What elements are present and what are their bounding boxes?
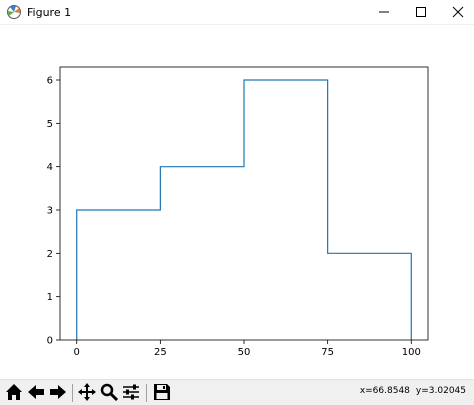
- title-left: Figure 1: [6, 4, 71, 20]
- zoom-magnifier-icon: [100, 383, 119, 402]
- minimize-button[interactable]: [366, 0, 402, 24]
- floppy-disk-icon: [154, 384, 170, 400]
- figure-canvas[interactable]: 0 25 50 75 100 0 1 2 3 4 5 6: [0, 25, 474, 379]
- maximize-icon: [416, 7, 426, 17]
- x-tick-label: 0: [74, 347, 80, 358]
- cursor-x-readout: x=66.8548: [359, 386, 410, 396]
- plot-layer: 0 25 50 75 100 0 1 2 3 4 5 6: [47, 66, 429, 358]
- zoom-button[interactable]: [99, 382, 119, 402]
- close-button[interactable]: [440, 0, 474, 24]
- configure-subplots-button[interactable]: [121, 382, 141, 402]
- x-tick-label: 25: [154, 347, 167, 358]
- y-tick-label: 1: [47, 292, 53, 303]
- histogram-step-line: [76, 79, 412, 340]
- y-tick-label: 4: [47, 162, 53, 173]
- window-title: Figure 1: [27, 5, 72, 19]
- x-tick-label: 100: [402, 347, 421, 358]
- sliders-icon: [123, 384, 139, 400]
- toolbar-separator: [146, 384, 147, 402]
- pan-arrows-icon: [78, 383, 96, 401]
- home-icon: [6, 384, 22, 400]
- x-tick-label: 50: [238, 347, 251, 358]
- y-tick-label: 0: [47, 336, 53, 347]
- maximize-button[interactable]: [403, 0, 439, 24]
- save-button[interactable]: [152, 382, 172, 402]
- title-bar: Figure 1: [0, 0, 474, 25]
- pan-button[interactable]: [77, 382, 97, 402]
- forward-button[interactable]: [48, 382, 68, 402]
- y-tick-label: 6: [47, 76, 53, 87]
- matplotlib-icon: [7, 5, 21, 19]
- close-icon: [452, 6, 464, 18]
- cursor-y-readout: y=3.02045: [415, 386, 466, 396]
- back-arrow-icon: [28, 385, 44, 399]
- forward-arrow-icon: [50, 385, 66, 399]
- home-button[interactable]: [4, 382, 24, 402]
- minimize-icon: [379, 11, 389, 13]
- y-tick-label: 5: [47, 119, 53, 130]
- x-tick-label: 75: [321, 347, 334, 358]
- y-tick-label: 3: [47, 206, 53, 217]
- histogram-chart: 0 25 50 75 100 0 1 2 3 4 5 6: [47, 66, 429, 358]
- toolbar-separator: [72, 384, 73, 402]
- cursor-coordinates: x=66.8548 y=3.02045: [354, 386, 466, 396]
- y-tick-label: 2: [47, 249, 53, 260]
- back-button[interactable]: [26, 382, 46, 402]
- navigation-toolbar: x=66.8548 y=3.02045: [0, 379, 474, 405]
